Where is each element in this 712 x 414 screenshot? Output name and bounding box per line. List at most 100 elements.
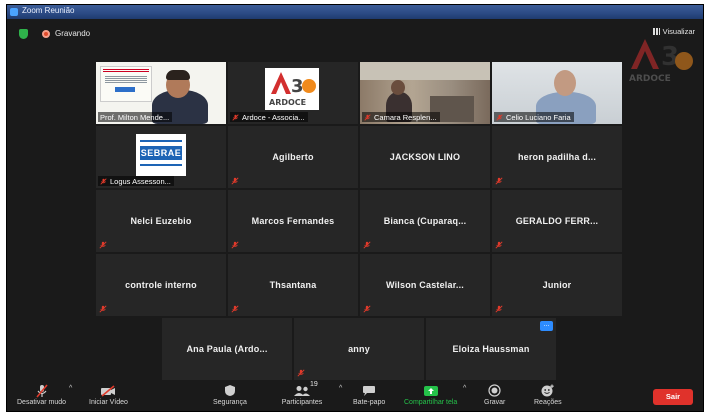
- share-screen-button[interactable]: Compartilhar tela: [404, 383, 457, 406]
- tile-more-options-button[interactable]: ...: [540, 321, 553, 331]
- participant-name: Ardoce - Associa...: [242, 112, 305, 122]
- record-label: Gravar: [484, 399, 506, 406]
- recording-label: Gravando: [55, 29, 91, 38]
- participant-tile[interactable]: Thsantana: [228, 254, 358, 316]
- participant-name: heron padilha d...: [517, 152, 597, 162]
- participant-name: Junior: [542, 280, 572, 290]
- meeting-info-bar: Gravando Visualizar: [7, 19, 703, 49]
- muted-mic-icon: [99, 305, 107, 313]
- muted-mic-icon: [231, 177, 239, 185]
- leave-meeting-button[interactable]: Sair: [653, 389, 693, 405]
- participant-tile[interactable]: anny: [294, 318, 424, 380]
- start-video-label: Iniciar Vídeo: [89, 399, 128, 406]
- participant-tile[interactable]: Eloiza Haussman ...: [426, 318, 556, 380]
- muted-mic-icon: [496, 113, 503, 121]
- participant-name: Celio Luciano Faria: [506, 112, 571, 122]
- chat-label: Bate-papo: [353, 399, 386, 406]
- start-video-button[interactable]: Iniciar Vídeo: [89, 383, 128, 406]
- participant-name: Bianca (Cuparaq...: [383, 216, 467, 226]
- record-icon: [488, 384, 501, 397]
- audio-options-caret-icon[interactable]: ^: [69, 385, 72, 392]
- participant-tile-active-speaker[interactable]: Prof. Milton Mende...: [96, 62, 226, 124]
- participant-name: anny: [348, 344, 370, 354]
- reactions-button[interactable]: Reações: [534, 383, 562, 406]
- participant-tile[interactable]: SEBRAE Logus Assesson...: [96, 126, 226, 188]
- video-camera-off-icon: [101, 384, 116, 397]
- participant-name-tag: Logus Assesson...: [98, 176, 174, 186]
- muted-mic-icon: [495, 241, 503, 249]
- presentation-slide-thumbnail: [100, 66, 152, 102]
- muted-mic-icon: [231, 241, 239, 249]
- participant-name: Agilberto: [272, 152, 314, 162]
- muted-mic-icon: [100, 177, 107, 185]
- chat-button[interactable]: Bate-papo: [353, 383, 385, 406]
- participants-count: 19: [310, 381, 318, 388]
- share-options-caret-icon[interactable]: ^: [463, 385, 466, 392]
- participant-tile[interactable]: controle interno: [96, 254, 226, 316]
- chat-bubble-icon: [363, 385, 376, 396]
- zoom-meeting-window: Zoom Reunião Gravando Visualizar 3 ARDOC…: [6, 4, 704, 412]
- svg-text:3: 3: [291, 76, 304, 97]
- participant-tile[interactable]: Camara Resplen...: [360, 62, 490, 124]
- muted-mic-icon: [363, 241, 371, 249]
- participants-button[interactable]: 19 Participantes: [280, 381, 324, 406]
- security-button[interactable]: Segurança: [213, 383, 247, 406]
- participant-name-tag: Prof. Milton Mende...: [98, 112, 173, 122]
- participant-name: GERALDO FERR...: [515, 216, 599, 226]
- muted-mic-icon: [232, 113, 239, 121]
- svg-text:ARDOCE: ARDOCE: [629, 74, 671, 84]
- share-screen-icon: [423, 385, 438, 396]
- muted-mic-icon: [495, 305, 503, 313]
- participant-name: Prof. Milton Mende...: [100, 112, 170, 122]
- participant-name: Camara Resplen...: [374, 112, 437, 122]
- participant-tile[interactable]: heron padilha d...: [492, 126, 622, 188]
- record-button[interactable]: Gravar: [484, 383, 505, 406]
- participant-name: Marcos Fernandes: [251, 216, 335, 226]
- participant-name: Nelci Euzebio: [130, 216, 192, 226]
- microphone-muted-icon: [35, 383, 48, 398]
- participant-tile[interactable]: Agilberto: [228, 126, 358, 188]
- participant-tile[interactable]: Junior: [492, 254, 622, 316]
- muted-mic-icon: [297, 369, 305, 377]
- encryption-shield-icon[interactable]: [19, 29, 28, 39]
- window-title: Zoom Reunião: [22, 6, 75, 15]
- participant-tile[interactable]: Ana Paula (Ardo...: [162, 318, 292, 380]
- participant-name: Eloiza Haussman: [452, 344, 530, 354]
- participant-tile[interactable]: GERALDO FERR...: [492, 190, 622, 252]
- reactions-label: Reações: [534, 399, 562, 406]
- grid-view-icon: [652, 28, 660, 35]
- ardoce-watermark-logo: 3 ARDOCE: [629, 39, 693, 84]
- ardoce-logo: 3 ARDOCE: [265, 68, 319, 110]
- participant-name: JACKSON LINO: [389, 152, 461, 162]
- zoom-app-icon: [10, 8, 18, 16]
- muted-mic-icon: [495, 177, 503, 185]
- security-label: Segurança: [213, 399, 247, 406]
- participant-tile[interactable]: Wilson Castelar...: [360, 254, 490, 316]
- participant-name: Ana Paula (Ardo...: [186, 344, 268, 354]
- participant-tile[interactable]: Nelci Euzebio: [96, 190, 226, 252]
- reactions-smiley-icon: [541, 384, 554, 397]
- participant-tile[interactable]: Bianca (Cuparaq...: [360, 190, 490, 252]
- participant-tile[interactable]: 3 ARDOCE Ardoce - Associa...: [228, 62, 358, 124]
- svg-text:ARDOCE: ARDOCE: [269, 98, 306, 107]
- participants-label: Participantes: [281, 399, 323, 406]
- participant-name: Thsantana: [269, 280, 317, 290]
- muted-mic-icon: [363, 305, 371, 313]
- participant-name-tag: Celio Luciano Faria: [494, 112, 574, 122]
- participant-name-tag: Ardoce - Associa...: [230, 112, 308, 122]
- participant-tile[interactable]: JACKSON LINO: [360, 126, 490, 188]
- participant-name: controle interno: [125, 280, 197, 290]
- participant-name: Logus Assesson...: [110, 176, 171, 186]
- recording-indicator-icon[interactable]: [42, 30, 50, 38]
- share-screen-label: Compartilhar tela: [404, 399, 458, 406]
- unmute-label: Desativar mudo: [17, 399, 67, 406]
- participants-options-caret-icon[interactable]: ^: [339, 385, 342, 392]
- sebrae-logo: SEBRAE: [136, 134, 186, 176]
- participant-tile[interactable]: Celio Luciano Faria: [492, 62, 622, 124]
- participant-name-tag: Camara Resplen...: [362, 112, 440, 122]
- meeting-controls-toolbar: Desativar mudo ^ Iniciar Vídeo Segurança: [7, 381, 703, 411]
- security-shield-icon: [224, 385, 235, 396]
- unmute-button[interactable]: Desativar mudo: [17, 383, 66, 406]
- participants-icon: [294, 385, 310, 396]
- participant-tile[interactable]: Marcos Fernandes: [228, 190, 358, 252]
